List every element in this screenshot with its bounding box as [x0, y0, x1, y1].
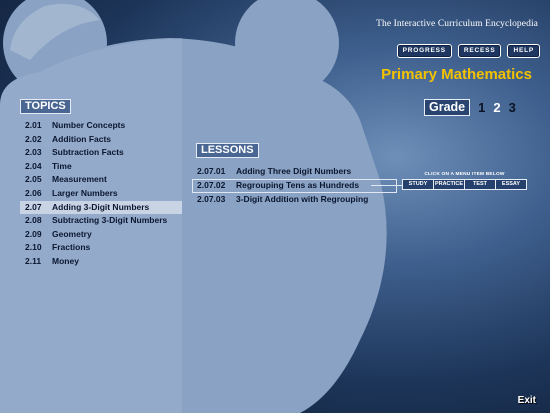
- grade-option-2[interactable]: 2: [493, 100, 500, 115]
- grade-label: Grade: [424, 99, 471, 116]
- test-button[interactable]: TEST: [465, 180, 496, 189]
- lesson-list: 2.07.01 Adding Three Digit Numbers 2.07.0…: [192, 165, 397, 206]
- lesson-menu-caption: CLICK ON A MENU ITEM BELOW: [424, 172, 505, 177]
- lesson-menu: CLICK ON A MENU ITEM BELOW STUDY PRACTIC…: [402, 171, 527, 190]
- essay-button[interactable]: ESSAY: [496, 180, 526, 189]
- topic-number: 2.06: [25, 187, 42, 198]
- topic-item[interactable]: 2.05 Measurement: [20, 173, 182, 187]
- topic-label: Addition Facts: [52, 133, 112, 144]
- lessons-heading: LESSONS: [196, 143, 259, 158]
- grade-selector: Grade 1 2 3: [424, 99, 516, 116]
- topic-item[interactable]: 2.09 Geometry: [20, 228, 182, 242]
- progress-button[interactable]: PROGRESS: [396, 44, 452, 58]
- topic-number: 2.03: [25, 147, 42, 158]
- lesson-label: 3-Digit Addition with Regrouping: [236, 193, 369, 204]
- topic-label: Money: [52, 255, 79, 266]
- topic-item[interactable]: 2.06 Larger Numbers: [20, 187, 182, 201]
- topic-number: 2.07: [25, 201, 42, 212]
- lesson-number: 2.07.02: [197, 179, 226, 190]
- topic-number: 2.08: [25, 215, 42, 226]
- topic-label: Subtracting 3-Digit Numbers: [52, 215, 168, 226]
- topic-number: 2.04: [25, 160, 42, 171]
- topic-number: 2.10: [25, 242, 42, 253]
- topic-label: Time: [52, 160, 72, 171]
- lesson-item[interactable]: 2.07.01 Adding Three Digit Numbers: [192, 165, 397, 179]
- topic-number: 2.09: [25, 228, 42, 239]
- topic-label: Measurement: [52, 174, 107, 185]
- help-button[interactable]: HELP: [507, 44, 540, 58]
- exit-button[interactable]: Exit: [518, 395, 536, 406]
- lesson-menu-connector: [371, 185, 403, 186]
- topic-item[interactable]: 2.10 Fractions: [20, 241, 182, 255]
- topic-item[interactable]: 2.11 Money: [20, 255, 182, 269]
- topic-item[interactable]: 2.04 Time: [20, 160, 182, 174]
- grade-option-3[interactable]: 3: [509, 100, 516, 115]
- topic-number: 2.11: [25, 255, 42, 266]
- lesson-item[interactable]: 2.07.03 3-Digit Addition with Regrouping: [192, 193, 397, 207]
- topic-label: Adding 3-Digit Numbers: [52, 201, 150, 212]
- lesson-item-selected[interactable]: 2.07.02 Regrouping Tens as Hundreds: [192, 178, 397, 193]
- practice-button[interactable]: PRACTICE: [434, 180, 465, 189]
- lesson-menu-buttons: STUDY PRACTICE TEST ESSAY: [402, 179, 527, 190]
- lesson-label: Regrouping Tens as Hundreds: [236, 179, 360, 190]
- topics-heading: TOPICS: [20, 99, 71, 114]
- topic-label: Fractions: [52, 242, 91, 253]
- topic-item[interactable]: 2.01 Number Concepts: [20, 119, 182, 133]
- top-buttons: PROGRESS RECESS HELP: [396, 44, 540, 58]
- topic-item[interactable]: 2.02 Addition Facts: [20, 133, 182, 147]
- topic-item-selected[interactable]: 2.07 Adding 3-Digit Numbers: [20, 200, 182, 215]
- grade-option-1[interactable]: 1: [478, 100, 485, 115]
- topic-list: 2.01 Number Concepts 2.02 Addition Facts 2…: [20, 119, 182, 269]
- lesson-label: Adding Three Digit Numbers: [236, 166, 352, 176]
- lesson-number: 2.07.01: [197, 166, 226, 176]
- study-button[interactable]: STUDY: [403, 180, 434, 189]
- topic-number: 2.02: [25, 133, 42, 144]
- app-subtitle: The Interactive Curriculum Encyclopedia: [376, 19, 538, 29]
- lesson-number: 2.07.03: [197, 193, 226, 204]
- topic-label: Geometry: [52, 228, 92, 239]
- topic-number: 2.01: [25, 120, 42, 130]
- topic-label: Subtraction Facts: [52, 147, 124, 158]
- page-title: Primary Mathematics: [381, 66, 532, 83]
- topic-item[interactable]: 2.08 Subtracting 3-Digit Numbers: [20, 214, 182, 228]
- topic-number: 2.05: [25, 174, 42, 185]
- topic-label: Larger Numbers: [52, 187, 118, 198]
- topic-label: Number Concepts: [52, 120, 126, 130]
- topic-item[interactable]: 2.03 Subtraction Facts: [20, 146, 182, 160]
- recess-button[interactable]: RECESS: [457, 44, 502, 58]
